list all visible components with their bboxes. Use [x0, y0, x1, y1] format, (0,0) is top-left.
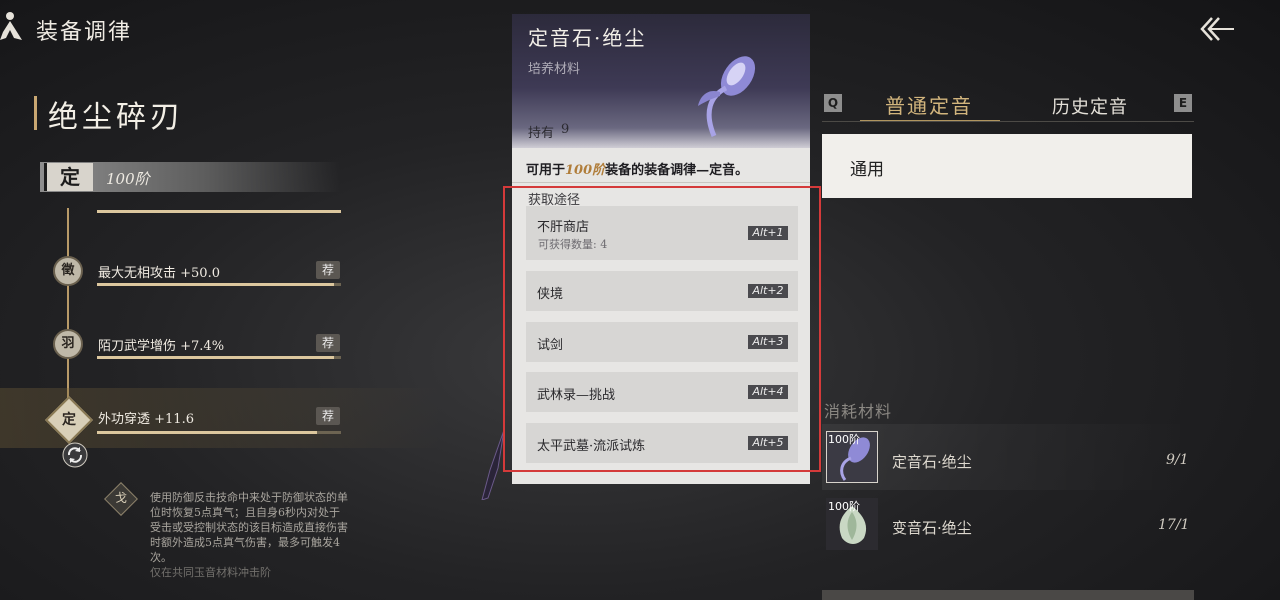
- material-tier: 100阶: [828, 500, 860, 513]
- stat-node-zhi[interactable]: 徵: [53, 256, 83, 286]
- tab-history-tuning[interactable]: 历史定音: [1052, 93, 1128, 119]
- tuning-stone-icon: [698, 56, 756, 137]
- skill-description-tail: 仅在共同玉音材料冲击阶: [150, 566, 271, 579]
- item-category: 培养材料: [528, 62, 581, 77]
- stat-node-label: 定: [62, 412, 76, 428]
- stat-bar-top: [97, 210, 341, 213]
- tier-label: 100阶: [106, 170, 150, 188]
- stat-text: 外功穿透 +11.6: [98, 412, 194, 427]
- material-count: 17/1: [1158, 517, 1190, 533]
- recommend-badge: 荐: [316, 334, 340, 352]
- page-title: 装备调律: [36, 20, 133, 45]
- stat-bar: [97, 431, 341, 434]
- back-arrow-icon[interactable]: [1198, 14, 1234, 44]
- material-name: 变音石·绝尘: [892, 519, 972, 537]
- weapon-name: 绝尘碎刃: [48, 100, 184, 135]
- recommend-badge: 荐: [316, 407, 340, 425]
- tab-divider: [822, 121, 1194, 122]
- key-hint-q: Q: [824, 94, 842, 112]
- skill-node-label: 戈: [114, 491, 127, 505]
- stat-bar: [97, 283, 341, 286]
- hold-label: 持有: [528, 126, 555, 141]
- skill-description: 使用防御反击技命中来处于防御状态的单位时恢复5点真气；且自身6秒内对处于受击或受…: [150, 490, 350, 580]
- highlight-box: [503, 186, 821, 472]
- desc-suffix: 装备的装备调律—定音。: [605, 163, 749, 178]
- material-tier: 100阶: [828, 433, 860, 446]
- desc-tier-highlight: 100阶: [565, 163, 606, 178]
- stat-text: 最大无相攻击 +50.0: [98, 266, 220, 281]
- divider: [512, 182, 810, 183]
- item-description: 可用于100阶装备的装备调律—定音。: [526, 159, 748, 178]
- title-accent-bar: [34, 96, 37, 130]
- stat-connector-line: [67, 208, 69, 408]
- refresh-icon[interactable]: [62, 442, 88, 468]
- tuning-option-label: 通用: [850, 160, 884, 180]
- material-name: 定音石·绝尘: [892, 453, 972, 471]
- stat-bar: [97, 356, 341, 359]
- recommend-badge: 荐: [316, 261, 340, 279]
- stat-node-yu[interactable]: 羽: [53, 329, 83, 359]
- stat-text: 陌刀武学增伤 +7.4%: [98, 339, 225, 354]
- meditation-icon: [0, 12, 22, 40]
- tab-normal-tuning[interactable]: 普通定音: [885, 90, 973, 119]
- bottom-panel-edge: [822, 590, 1194, 600]
- key-hint-e: E: [1174, 94, 1192, 112]
- skill-description-text: 使用防御反击技命中来处于防御状态的单位时恢复5点真气；且自身6秒内对处于受击或受…: [150, 491, 348, 564]
- material-count: 9/1: [1166, 452, 1189, 468]
- desc-prefix: 可用于: [526, 163, 566, 178]
- item-title: 定音石·绝尘: [528, 26, 647, 50]
- consume-materials-title: 消耗材料: [824, 402, 893, 421]
- tier-badge: 定: [44, 163, 93, 191]
- hold-count: 9: [561, 122, 570, 137]
